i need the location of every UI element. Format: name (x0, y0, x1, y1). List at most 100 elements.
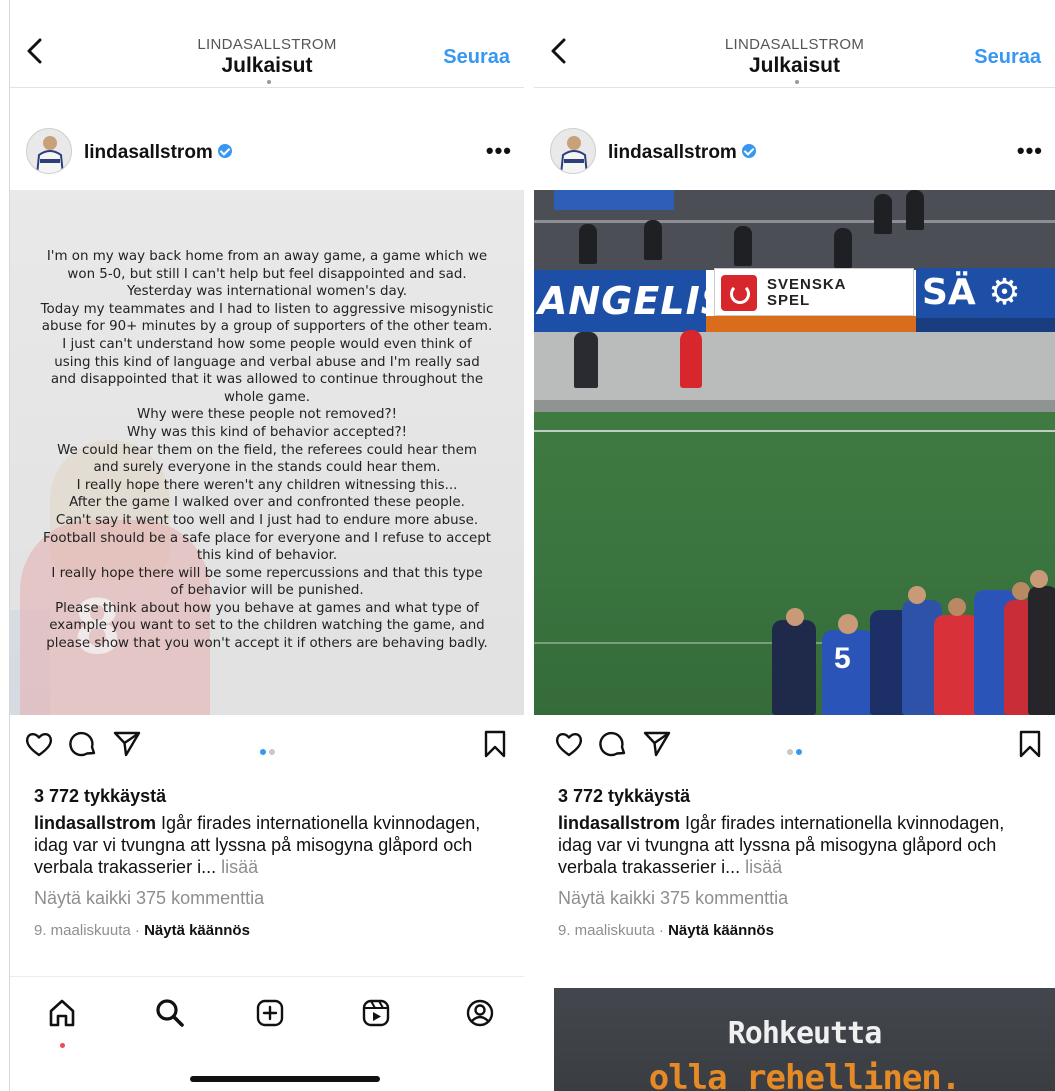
person-head (838, 614, 858, 634)
avatar-person-icon (36, 136, 64, 173)
carousel-dot-1 (787, 749, 793, 755)
statement-line: and disappointed that it was allowed to … (50, 372, 484, 388)
scroll-stub (267, 80, 271, 84)
meta-separator: · (654, 922, 669, 939)
bottom-tab-bar (10, 976, 524, 1091)
sponsor-text-line: SVENSKA (767, 276, 847, 293)
staff-person (772, 620, 816, 715)
statement-line: this kind of behavior. (196, 548, 338, 564)
stadium-stands (534, 190, 1055, 270)
fan-flag (554, 190, 674, 210)
home-icon[interactable] (46, 997, 78, 1029)
search-icon[interactable] (154, 997, 186, 1029)
spectator (906, 190, 924, 230)
person-head (948, 598, 966, 616)
pitch-line (534, 430, 1055, 432)
bookmark-icon[interactable] (1015, 729, 1045, 759)
caption-more-link[interactable]: lisää (216, 857, 258, 877)
statement-line: Today my teammates and I had to listen t… (40, 301, 494, 317)
statement-line: won 5-0, but still I can't help but feel… (67, 266, 467, 282)
statement-line: abuse for 90+ minutes by a group of supp… (41, 319, 493, 335)
post-header: lindasallstrom ••• (10, 128, 524, 178)
post-meta: 9. maaliskuuta · Näytä käännös (558, 922, 774, 939)
statement-line: please show that you won't accept it if … (46, 636, 488, 652)
post-header: lindasallstrom ••• (534, 128, 1055, 178)
statement-text: I'm on my way back home from an away gam… (40, 248, 494, 653)
statement-line: and surely everyone in the stands could … (93, 460, 441, 476)
person-head (1030, 570, 1048, 588)
more-options-icon[interactable]: ••• (486, 138, 512, 164)
bookmark-icon[interactable] (480, 729, 510, 759)
avatar[interactable] (550, 128, 596, 174)
statement-line: of behavior will be punished. (170, 583, 364, 599)
sponsor-logo-icon (721, 275, 757, 311)
statement-line: I really hope there weren't any children… (76, 477, 458, 493)
meta-separator: · (130, 922, 145, 939)
like-heart-icon[interactable] (24, 729, 54, 759)
comment-icon[interactable] (68, 729, 98, 759)
post-media-statement[interactable]: 8 I'm on my way back home from an away g… (10, 190, 524, 715)
share-icon[interactable] (642, 729, 672, 759)
view-all-comments-link[interactable]: Näytä kaikki 375 kommenttia (558, 888, 788, 909)
carousel-dot-2 (796, 749, 802, 755)
spectator (834, 228, 852, 268)
more-options-icon[interactable]: ••• (1017, 138, 1043, 164)
statement-line: After the game I walked over and confron… (69, 495, 465, 511)
statement-line: Why were these people not removed?! (137, 407, 397, 423)
follow-button[interactable]: Seuraa (974, 46, 1041, 69)
statement-line: Football should be a safe place for ever… (42, 530, 492, 546)
person-head (786, 608, 804, 626)
right-screen: LINDASALLSTROM Julkaisut Seuraa lindasal… (534, 0, 1055, 1091)
statement-line: example you want to set to the children … (49, 618, 485, 634)
sponsor-text-line: SPEL (767, 292, 811, 309)
stands-railing (534, 220, 1055, 223)
action-bar (534, 725, 1055, 769)
post-media-match-photo[interactable]: ANGELIS SVENSKASPEL SÄ ⚙ 7 5 (534, 190, 1055, 715)
statement-line: Can't say it went too well and I just ha… (55, 512, 479, 528)
banner-right: SÄ ⚙ 7 (916, 268, 1055, 363)
reels-icon[interactable] (360, 997, 392, 1029)
caption: lindasallstrom Igår firades internatione… (558, 812, 1041, 878)
spectator (734, 226, 752, 266)
statement-line: I really hope there will be some repercu… (51, 565, 483, 581)
likes-count[interactable]: 3 772 tykkäystä (558, 786, 690, 807)
player-dark (1028, 586, 1055, 715)
follow-button[interactable]: Seuraa (443, 46, 510, 69)
screen-divider (524, 0, 534, 1091)
share-icon[interactable] (112, 729, 142, 759)
post-author-name[interactable]: lindasallstrom (608, 142, 737, 163)
statement-line: Why was this kind of behavior accepted?! (126, 424, 408, 440)
post-author[interactable]: lindasallstrom (84, 142, 232, 164)
top-bar: LINDASALLSTROM Julkaisut Seuraa (10, 0, 524, 88)
player-red (680, 330, 702, 388)
new-post-icon[interactable] (254, 997, 286, 1029)
see-translation-link[interactable]: Näytä käännös (144, 922, 250, 939)
view-all-comments-link[interactable]: Näytä kaikki 375 kommenttia (34, 888, 264, 909)
caption-author[interactable]: lindasallstrom (558, 813, 680, 833)
likes-count[interactable]: 3 772 tykkäystä (34, 786, 166, 807)
promo-banner[interactable]: Rohkeutta olla rehellinen. (554, 988, 1055, 1091)
banner-right-strip (916, 318, 1055, 332)
post-meta: 9. maaliskuuta · Näytä käännös (34, 922, 250, 939)
left-screen: LINDASALLSTROM Julkaisut Seuraa lindasal… (10, 0, 524, 1091)
banner-orange-strip (706, 316, 916, 332)
profile-icon[interactable] (464, 997, 496, 1029)
post-author[interactable]: lindasallstrom (608, 142, 756, 164)
spectator (874, 194, 892, 234)
promo-line-2: olla rehellinen. (648, 1058, 962, 1091)
statement-line: using this kind of language and verbal a… (54, 354, 480, 370)
statement-line: Yesterday was international women's day. (127, 284, 407, 300)
post-author-name[interactable]: lindasallstrom (84, 142, 213, 163)
statement-line: I'm on my way back home from an away gam… (46, 249, 488, 264)
carousel-indicator (258, 742, 276, 760)
post-date: 9. maaliskuuta (558, 922, 655, 939)
carousel-dot-2 (268, 749, 275, 755)
see-translation-link[interactable]: Näytä käännös (668, 922, 774, 939)
caption-author[interactable]: lindasallstrom (34, 813, 156, 833)
caption-more-link[interactable]: lisää (740, 857, 782, 877)
avatar[interactable] (26, 128, 72, 174)
like-heart-icon[interactable] (554, 729, 584, 759)
comment-icon[interactable] (598, 729, 628, 759)
banner-angelis: ANGELIS (534, 270, 728, 332)
home-notification-dot (60, 1043, 65, 1048)
